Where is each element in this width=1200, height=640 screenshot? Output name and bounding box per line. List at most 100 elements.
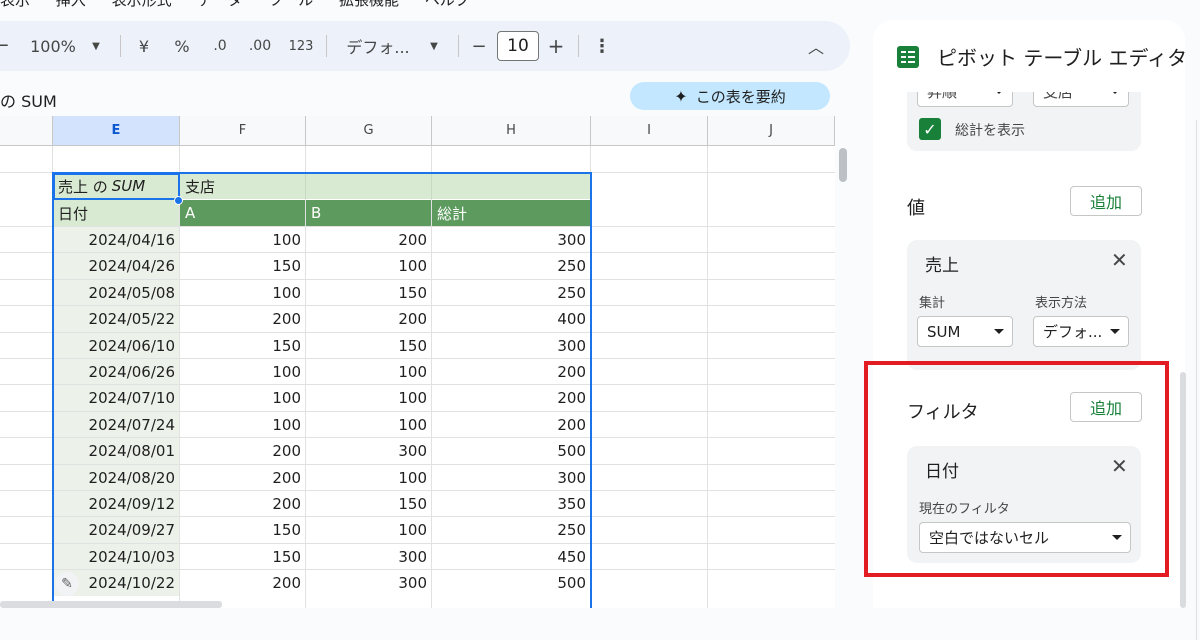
date-cell[interactable]: 2024/06/10 (53, 333, 179, 359)
pivot-column-header[interactable]: 総計 (432, 200, 590, 226)
value-cell[interactable]: 150 (180, 544, 305, 570)
menu-view[interactable]: 表示 (0, 0, 30, 9)
date-cell[interactable]: 2024/08/20 (53, 465, 179, 491)
menu-data[interactable]: データ (197, 0, 242, 9)
date-cell[interactable]: 2024/07/24 (53, 412, 179, 438)
value-cell[interactable]: 200 (306, 227, 431, 253)
value-cell[interactable]: 200 (432, 359, 590, 385)
value-cell[interactable]: 100 (306, 465, 431, 491)
value-cell[interactable]: 500 (432, 570, 590, 596)
horizontal-scroll-thumb[interactable] (0, 601, 222, 608)
add-value-button[interactable]: 追加 (1070, 186, 1142, 216)
value-cell[interactable]: 100 (306, 385, 431, 411)
date-cell[interactable]: 2024/06/26 (53, 359, 179, 385)
column-header-h[interactable]: H (432, 116, 591, 146)
value-cell[interactable]: 300 (432, 465, 590, 491)
menu-help[interactable]: ヘルプ (425, 0, 470, 9)
value-cell[interactable]: 200 (432, 412, 590, 438)
date-cell[interactable]: 2024/09/27 (53, 517, 179, 543)
value-cell[interactable]: 300 (306, 438, 431, 464)
date-cell[interactable]: 2024/05/22 (53, 306, 179, 332)
pivot-column-group-header[interactable]: 支店 (180, 173, 590, 199)
column-header-d[interactable] (0, 116, 53, 146)
collapse-toolbar-button[interactable]: ︿ (806, 21, 826, 71)
value-cell[interactable]: 200 (180, 491, 305, 517)
menu-tools[interactable]: ツール (268, 0, 313, 9)
value-cell[interactable]: 150 (180, 517, 305, 543)
font-select[interactable]: デフォ... (342, 21, 414, 71)
date-cell[interactable]: 2024/08/01 (53, 438, 179, 464)
value-cell[interactable]: 100 (306, 253, 431, 279)
value-cell[interactable]: 200 (180, 465, 305, 491)
value-cell[interactable]: 200 (180, 306, 305, 332)
date-cell[interactable]: 2024/04/26 (53, 253, 179, 279)
value-cell[interactable]: 100 (180, 227, 305, 253)
decrease-decimal-button[interactable]: .0 (208, 21, 232, 71)
value-cell[interactable]: 300 (432, 227, 590, 253)
increase-font-size-button[interactable]: + (547, 21, 565, 71)
increase-decimal-button[interactable]: .00 (246, 21, 274, 71)
value-cell[interactable]: 100 (180, 385, 305, 411)
more-options-button[interactable]: ⋮ (593, 21, 611, 71)
menu-insert[interactable]: 挿入 (56, 0, 86, 9)
pivot-column-header[interactable]: A (180, 200, 305, 226)
column-header-e[interactable]: E (53, 116, 180, 146)
font-dropdown-icon[interactable]: ▼ (426, 21, 442, 71)
value-cell[interactable]: 250 (432, 253, 590, 279)
more-formats-button[interactable]: 123 (286, 21, 316, 71)
paint-format-icon[interactable]: ⌐ (0, 21, 12, 71)
date-cell[interactable]: 2024/09/12 (53, 491, 179, 517)
value-cell[interactable]: 250 (432, 280, 590, 306)
value-cell[interactable]: 150 (180, 333, 305, 359)
pivot-column-header[interactable]: B (306, 200, 431, 226)
value-cell[interactable]: 150 (306, 491, 431, 517)
value-cell[interactable]: 350 (432, 491, 590, 517)
date-cell[interactable]: 2024/07/10 (53, 385, 179, 411)
pencil-icon[interactable]: ✎ (55, 572, 79, 596)
zoom-select[interactable]: 100% (28, 21, 78, 71)
percent-format-button[interactable]: % (172, 21, 192, 71)
value-cell[interactable]: 400 (432, 306, 590, 332)
value-cell[interactable]: 150 (180, 253, 305, 279)
pivot-row-header[interactable]: 日付 (53, 200, 179, 226)
decrease-font-size-button[interactable]: − (470, 21, 488, 71)
close-icon[interactable]: ✕ (1111, 248, 1128, 272)
menu-extensions[interactable]: 拡張機能 (339, 0, 399, 9)
value-cell[interactable]: 100 (180, 412, 305, 438)
value-cell[interactable]: 200 (306, 306, 431, 332)
value-cell[interactable]: 200 (432, 385, 590, 411)
value-cell[interactable]: 200 (180, 570, 305, 596)
value-cell[interactable]: 150 (306, 280, 431, 306)
value-cell[interactable]: 300 (432, 333, 590, 359)
date-cell[interactable]: 2024/05/08 (53, 280, 179, 306)
fill-handle[interactable] (174, 196, 183, 205)
show-totals-checkbox[interactable]: ✓ (919, 118, 941, 140)
value-cell[interactable]: 100 (180, 359, 305, 385)
value-cell[interactable]: 300 (306, 544, 431, 570)
column-header-g[interactable]: G (306, 116, 432, 146)
column-header-f[interactable]: F (180, 116, 306, 146)
value-cell[interactable]: 200 (180, 438, 305, 464)
column-header-j[interactable]: J (708, 116, 835, 146)
value-cell[interactable]: 100 (306, 359, 431, 385)
formula-text[interactable]: の SUM (0, 88, 57, 112)
value-cell[interactable]: 450 (432, 544, 590, 570)
spreadsheet-grid[interactable]: E F G H I J 売上 の SUM 支店 日付 A B 総計 2024/0… (0, 116, 835, 608)
value-cell[interactable]: 100 (180, 280, 305, 306)
currency-format-button[interactable]: ¥ (134, 21, 154, 71)
value-cell[interactable]: 500 (432, 438, 590, 464)
scroll-thumb[interactable] (839, 148, 847, 182)
menu-format[interactable]: 表示形式 (112, 0, 172, 9)
date-cell[interactable]: 2024/10/03 (53, 544, 179, 570)
date-cell[interactable]: 2024/04/16 (53, 227, 179, 253)
show-as-select[interactable]: デフォ... (1033, 316, 1129, 347)
value-cell[interactable]: 300 (306, 570, 431, 596)
font-size-input[interactable]: 10 (497, 31, 539, 61)
value-cell[interactable]: 100 (306, 412, 431, 438)
value-cell[interactable]: 250 (432, 517, 590, 543)
vertical-scrollbar[interactable] (835, 116, 850, 608)
value-cell[interactable]: 100 (306, 517, 431, 543)
summarize-by-select[interactable]: SUM (917, 316, 1013, 347)
value-cell[interactable]: 150 (306, 333, 431, 359)
zoom-dropdown-icon[interactable]: ▼ (88, 21, 104, 71)
